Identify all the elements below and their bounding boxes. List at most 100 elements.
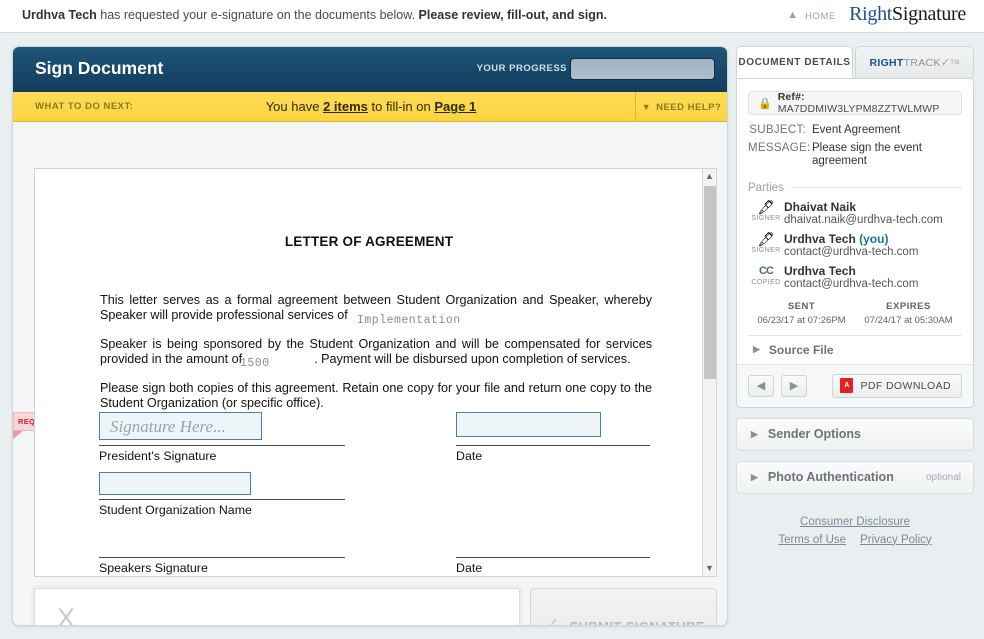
todo-middle: to fill-in on [367,99,435,114]
document-scrollbar[interactable]: ▲ ▼ [702,169,716,576]
document-tools-row: ◀ ▶ A PDF DOWNLOAD [737,364,973,407]
need-help-button[interactable]: ▼ NEED HELP? [635,92,727,122]
filled-service-value: Implementation [357,314,461,327]
pdf-download-label: PDF DOWNLOAD [860,379,951,392]
document-page-1: LETTER OF AGREEMENT This letter serves a… [35,169,703,576]
signature-rule-date-1 [456,445,650,446]
party-name-text: Urdhva Tech [784,263,856,278]
party-name-text: Urdhva Tech [784,231,856,246]
next-page-button[interactable]: ▶ [781,374,807,397]
party-icon-group: 🖋 SIGNER [748,232,784,258]
parties-divider [790,187,962,188]
message-value: Please sign the event agreement [812,141,922,168]
signature-placeholder: Signature Here... [110,417,226,436]
righttrack-check-icon: ✓ [940,57,951,69]
expires-column: EXPIRES 07/24/17 at 05:30AM [855,301,962,326]
righttrack-right: RIGHT [869,56,904,69]
source-file-label: Source File [768,342,834,357]
tab-document-details[interactable]: DOCUMENT DETAILS [736,46,853,78]
party-role: SIGNER [751,214,781,222]
party-icon-group: 🖋 SIGNER [748,200,784,226]
sender-options-section[interactable]: ▶ Sender Options [736,417,974,451]
party-email: contact@urdhva-tech.com [784,277,919,290]
subject-value: Event Agreement [812,124,901,136]
subject-row: SUBJECT: Event Agreement [748,124,962,138]
paragraph-3: Please sign both copies of this agreemen… [100,381,652,410]
ref-value: MA7DDMIW3LYPM8ZZTWLMWP [777,103,940,115]
top-bar: Urdhva Tech has requested your e-signatu… [0,0,984,33]
required-flag-tail [13,431,23,439]
dates-row: SENT 06/23/17 at 07:26PM EXPIRES 07/24/1… [748,301,962,336]
arrow-right-icon: ▶ [789,380,799,392]
source-file-section[interactable]: ▶ Source File [737,336,973,365]
logo-signature-text: Signature [892,3,966,25]
paragraph-2-tail: . Payment will be disbursed upon complet… [314,352,631,366]
sent-column: SENT 06/23/17 at 07:26PM [748,301,855,326]
party-role: COPIED [751,278,781,286]
submit-signature-label: SUBMIT SIGNATURE [569,618,705,626]
tab-righttrack[interactable]: RIGHT TRACK ✓ TM [855,46,974,78]
label-organization-name: Student Organization Name [99,503,252,517]
instruction-bar: WHAT TO DO NEXT: You have 2 items to fil… [13,92,727,122]
paragraph-2: Speaker is being sponsored by the Studen… [100,337,652,367]
signature-rule-date-2 [456,557,650,558]
terms-of-use-link[interactable]: Terms of Use [778,534,846,546]
pen-icon: 🖋 [757,230,775,247]
party-name-text: Dhaivat Naik [784,199,857,214]
todo-prefix: You have [265,99,324,114]
presidents-signature-field[interactable]: Signature Here... [99,412,262,440]
party-name: Urdhva Tech [784,264,962,278]
photo-authentication-section[interactable]: ▶ Photo Authentication optional [736,460,974,494]
party-name: Urdhva Tech (you) [784,232,962,246]
previous-page-button[interactable]: ◀ [748,374,774,397]
scrollbar-thumb[interactable] [704,186,716,379]
todo-items-link[interactable]: 2 items [323,99,368,114]
message-row: MESSAGE: Please sign the event agreement [748,142,962,169]
submit-signature-button[interactable]: ✓ SUBMIT SIGNATURE [530,588,717,626]
label-date-2: Date [456,561,483,575]
subject-label: SUBJECT: [749,124,806,136]
notice-instruction: Please review, fill-out, and sign. [418,8,608,22]
page-title: Sign Document [35,58,164,78]
party-email: dhaivat.naik@urdhva-tech.com [784,213,943,226]
party-email: contact@urdhva-tech.com [784,245,919,258]
home-link[interactable]: HOME [805,11,836,22]
signature-x-mark: X [57,603,76,626]
party-info: Urdhva Tech (you) contact@urdhva-tech.co… [784,232,962,258]
expires-value: 07/24/17 at 05:30AM [864,314,953,326]
pdf-download-button[interactable]: A PDF DOWNLOAD [832,373,962,398]
details-sidebar: DOCUMENT DETAILS RIGHT TRACK ✓ TM 🔒 Ref#: M… [736,46,974,546]
signature-capture-box[interactable]: X I agree to the Terms of Use and Consum… [34,588,520,626]
cc-icon: CC [759,264,774,277]
document-heading: LETTER OF AGREEMENT [284,234,454,249]
date-field-1[interactable] [456,412,601,437]
scroll-down-icon[interactable]: ▼ [703,561,716,576]
righttrack-track: TRACK [903,56,941,69]
party-info: Dhaivat Naik dhaivat.naik@urdhva-tech.co… [784,200,962,226]
label-presidents-signature: President's Signature [99,449,217,463]
arrow-left-icon: ◀ [756,380,766,392]
sign-document-panel: Sign Document YOUR PROGRESS WHAT TO DO N… [12,46,728,626]
consumer-disclosure-link[interactable]: Consumer Disclosure [800,516,910,528]
pdf-file-icon: A [840,378,854,393]
filled-amount-value: 1500 [240,357,270,370]
privacy-policy-link[interactable]: Privacy Policy [860,534,932,546]
sent-value: 06/23/17 at 07:26PM [757,314,846,326]
scroll-up-icon[interactable]: ▲ [703,169,716,184]
legal-links: Consumer Disclosure Terms of Use Privacy… [736,512,974,546]
rightsignature-logo[interactable]: RightSignature [849,3,966,26]
pen-icon: 🖋 [757,198,775,215]
party-role: SIGNER [751,246,781,254]
todo-page-link[interactable]: Page 1 [434,99,476,114]
checkmark-icon: ✓ [542,613,561,626]
notice-middle: has requested your e-signature on the do… [96,8,419,22]
parties-header: Parties [748,182,962,194]
photo-auth-label: Photo Authentication [767,470,894,484]
progress-bar [570,58,715,80]
triangle-right-icon: ▶ [753,344,760,354]
organization-name-field[interactable] [99,472,251,495]
party-name: Dhaivat Naik [784,200,962,214]
document-details-panel: 🔒 Ref#: MA7DDMIW3LYPM8ZZTWLMWP SUBJECT: … [736,78,974,408]
need-help-label: NEED HELP? [656,101,722,113]
label-speakers-signature: Speakers Signature [99,561,208,575]
